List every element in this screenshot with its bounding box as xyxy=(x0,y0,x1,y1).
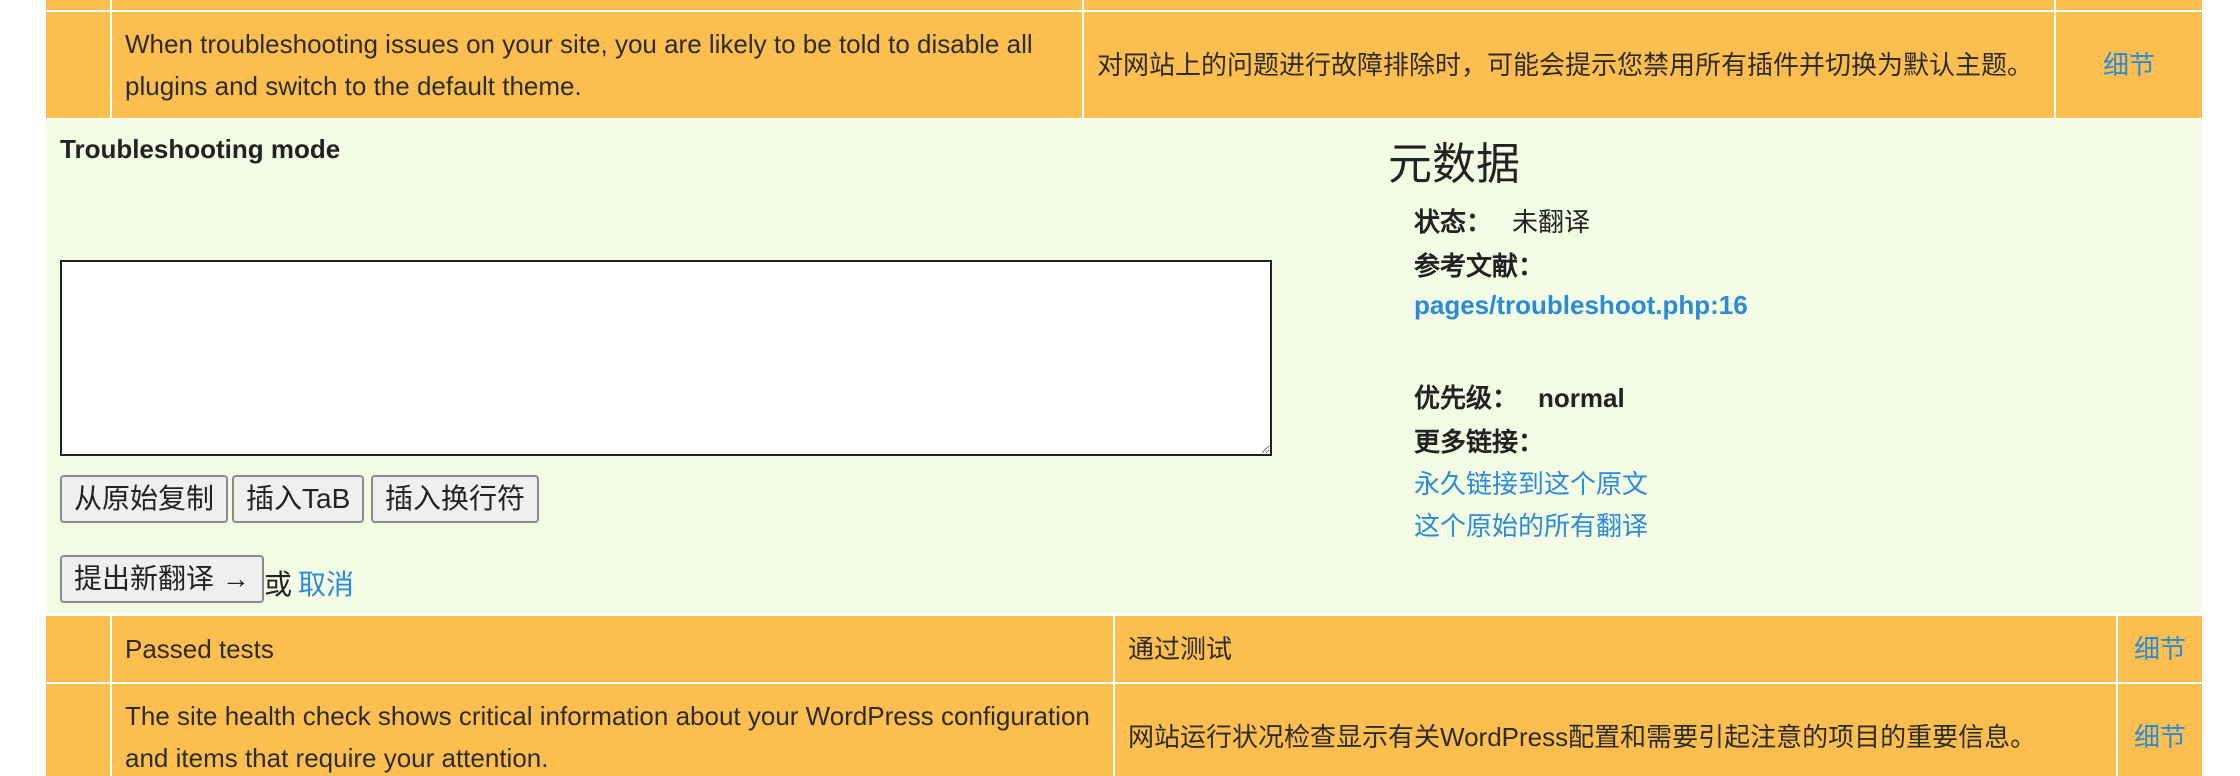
reference-link[interactable]: pages/troubleshoot.php:16 xyxy=(1414,290,1748,321)
translation-editor: Troubleshooting mode 从原始复制 插入TaB 插入换行符 提… xyxy=(46,120,2202,614)
original-text: When troubleshooting issues on your site… xyxy=(110,10,1084,120)
permalink-link[interactable]: 永久链接到这个原文 xyxy=(1414,464,1648,501)
metadata-heading: 元数据 xyxy=(1388,140,1520,189)
status-line: 状态： 未翻译 xyxy=(1414,202,1590,239)
translation-table-viewport: When troubleshooting issues on your site… xyxy=(0,0,2240,776)
submit-translation-button[interactable]: 提出新翻译 → xyxy=(60,555,264,603)
copy-from-original-button[interactable]: 从原始复制 xyxy=(60,475,229,523)
priority-label: 优先级： xyxy=(1414,383,1519,413)
details-link[interactable]: 细节 xyxy=(2134,722,2186,752)
status-label: 状态： xyxy=(1414,207,1493,237)
more-links-line: 更多链接： xyxy=(1414,422,1544,459)
insert-tab-button[interactable]: 插入TaB xyxy=(232,475,365,523)
status-value: 未翻译 xyxy=(1512,207,1591,237)
references-label: 参考文献： xyxy=(1414,251,1545,281)
details-link[interactable]: 细节 xyxy=(2134,634,2186,664)
editor-title: Troubleshooting mode xyxy=(60,134,341,164)
row-checkbox-cell[interactable] xyxy=(44,614,112,684)
translation-text: 对网站上的问题进行故障排除时，可能会提示您禁用所有插件并切换为默认主题。 xyxy=(1082,10,2056,120)
original-text: Passed tests xyxy=(110,614,1115,684)
translation-table-top: When troubleshooting issues on your site… xyxy=(44,0,2204,120)
priority-value: normal xyxy=(1538,383,1625,413)
table-row[interactable]: When troubleshooting issues on your site… xyxy=(44,10,2204,120)
row-checkbox-cell[interactable] xyxy=(44,10,112,120)
table-row[interactable]: Passed tests 通过测试 细节 xyxy=(44,614,2204,684)
translation-text: 通过测试 xyxy=(1113,614,2118,684)
translation-textarea[interactable] xyxy=(60,260,1272,456)
table-row[interactable]: The site health check shows critical inf… xyxy=(44,682,2204,776)
details-link[interactable]: 细节 xyxy=(2103,50,2155,80)
all-translations-link[interactable]: 这个原始的所有翻译 xyxy=(1414,506,1648,543)
translation-table-bottom: Passed tests 通过测试 细节 The site health che… xyxy=(44,614,2204,776)
priority-line: 优先级： normal xyxy=(1414,378,1625,415)
row-checkbox-cell[interactable] xyxy=(44,682,112,776)
references-line: 参考文献： xyxy=(1414,246,1544,283)
more-links-label: 更多链接： xyxy=(1414,427,1545,457)
or-text: 或 xyxy=(264,569,293,600)
cancel-link[interactable]: 取消 xyxy=(298,563,354,603)
original-text: The site health check shows critical inf… xyxy=(110,682,1115,776)
translation-text: 网站运行状况检查显示有关WordPress配置和需要引起注意的项目的重要信息。 xyxy=(1113,682,2118,776)
insert-newline-button[interactable]: 插入换行符 xyxy=(371,475,540,523)
